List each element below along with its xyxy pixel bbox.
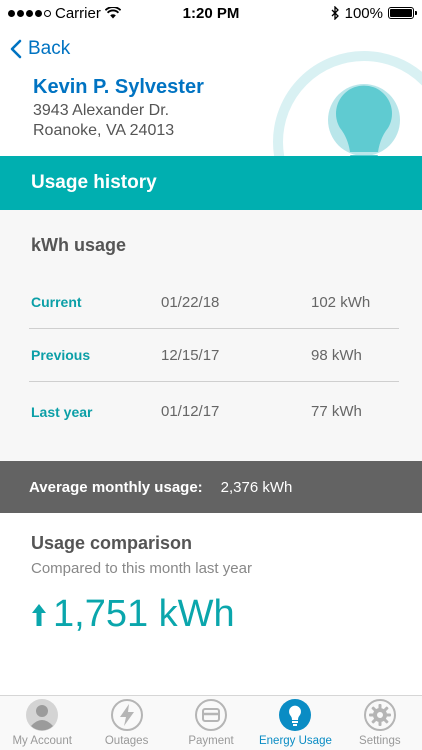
kwh-usage-title: kWh usage xyxy=(31,235,127,255)
status-right: 100% xyxy=(331,4,417,22)
back-button[interactable]: Back xyxy=(10,38,70,60)
tab-label: Payment xyxy=(188,735,234,747)
average-value: 2,376 kWh xyxy=(220,478,293,496)
kwh-usage-panel: kWh usage Current 01/22/18 102 kWh Previ… xyxy=(0,210,422,461)
row-label: Last year xyxy=(31,403,93,420)
usage-row-previous: Previous 12/15/17 98 kWh xyxy=(29,329,399,382)
tab-label: Settings xyxy=(359,735,401,747)
lightbulb-illustration-icon xyxy=(273,51,422,156)
row-date: 01/12/17 xyxy=(161,403,220,420)
status-bar: Carrier 1:20 PM 100% xyxy=(0,0,422,26)
account-header: Back Kevin P. Sylvester 3943 Alexander D… xyxy=(0,26,422,156)
tab-my-account[interactable]: My Account xyxy=(0,696,84,750)
status-left: Carrier xyxy=(8,5,121,22)
comparison-title: Usage comparison xyxy=(31,533,193,553)
payment-icon xyxy=(195,699,228,731)
tab-outages[interactable]: Outages xyxy=(84,696,168,750)
customer-name: Kevin P. Sylvester xyxy=(33,76,204,98)
row-date: 01/22/18 xyxy=(161,293,220,311)
row-label: Previous xyxy=(31,347,91,363)
signal-icon xyxy=(8,9,51,17)
comparison-value-group: 1,751 kWh xyxy=(31,593,235,636)
average-label: Average monthly usage: xyxy=(29,478,203,496)
tab-payment[interactable]: Payment xyxy=(169,696,253,750)
row-date: 12/15/17 xyxy=(161,346,220,364)
section-title: Usage history xyxy=(31,172,157,193)
back-label: Back xyxy=(28,38,71,59)
row-label: Current xyxy=(31,294,82,310)
wifi-icon xyxy=(104,7,121,19)
address-line-1: 3943 Alexander Dr. xyxy=(33,102,170,119)
bluetooth-icon xyxy=(331,6,339,20)
row-value: 98 kWh xyxy=(311,346,362,364)
battery-percent: 100% xyxy=(344,4,383,22)
average-monthly-usage-bar: Average monthly usage: 2,376 kWh xyxy=(0,461,422,513)
gear-icon xyxy=(363,699,396,731)
tab-energy-usage[interactable]: Energy Usage xyxy=(253,696,337,750)
tab-label: Energy Usage xyxy=(258,735,332,747)
battery-icon xyxy=(388,7,417,19)
address-line-2: Roanoke, VA 24013 xyxy=(33,122,175,139)
person-icon xyxy=(26,699,59,731)
usage-row-last-year: Last year 01/12/17 77 kWh xyxy=(29,385,399,438)
tab-label: Outages xyxy=(104,735,149,747)
tab-label: My Account xyxy=(12,735,72,747)
carrier-label: Carrier xyxy=(55,4,101,22)
usage-history-header: Usage history xyxy=(0,156,422,210)
lightbulb-icon xyxy=(279,699,312,731)
battery-fill xyxy=(390,9,412,17)
chevron-left-icon xyxy=(10,39,22,59)
comparison-subtitle: Compared to this month last year xyxy=(31,560,252,577)
comparison-value: 1,751 kWh xyxy=(53,593,235,635)
lightning-icon xyxy=(110,699,143,731)
usage-comparison-panel: Usage comparison Compared to this month … xyxy=(0,513,422,695)
tab-bar: My Account Outages Payment Energy Usage xyxy=(0,695,422,750)
tab-settings[interactable]: Settings xyxy=(338,696,422,750)
row-value: 102 kWh xyxy=(311,293,371,311)
row-value: 77 kWh xyxy=(311,403,362,420)
arrow-up-icon xyxy=(32,603,46,626)
usage-row-current: Current 01/22/18 102 kWh xyxy=(29,276,399,329)
